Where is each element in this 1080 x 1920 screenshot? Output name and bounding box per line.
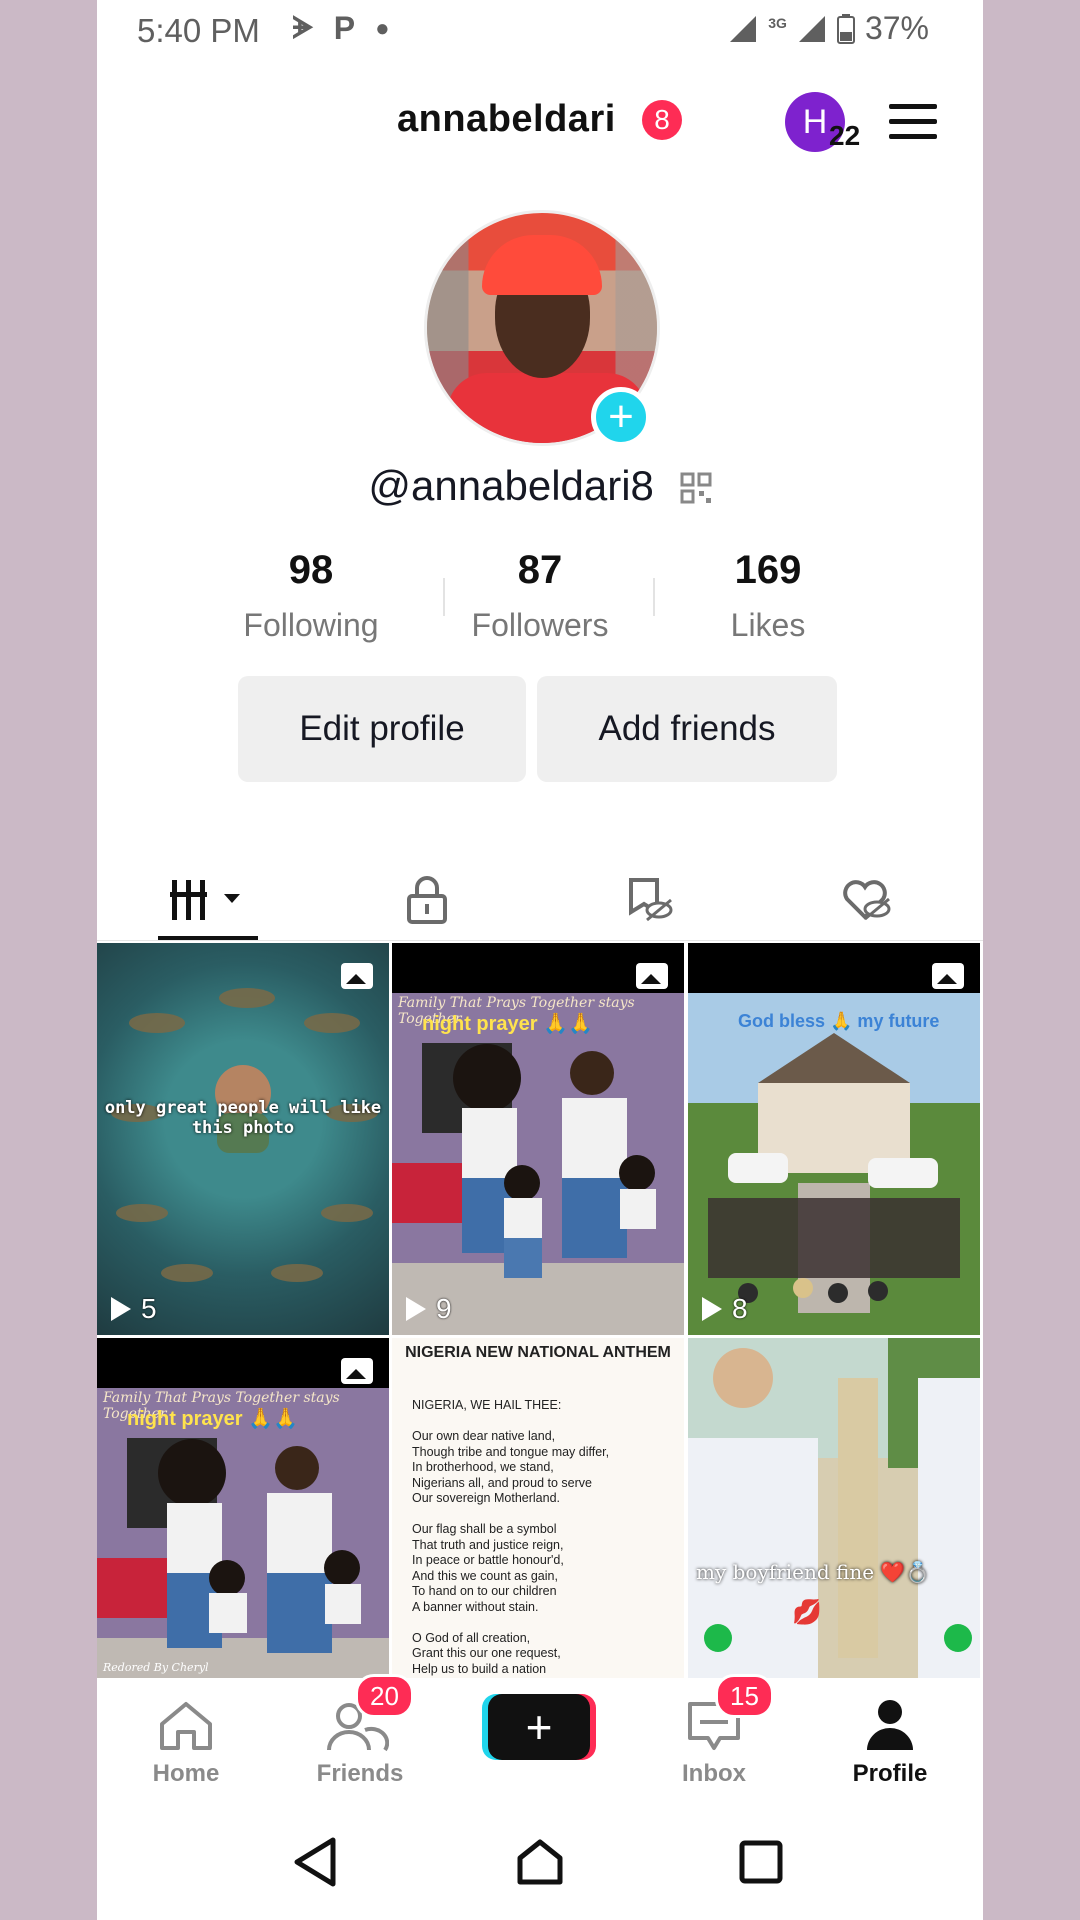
play-count: 8 — [702, 1293, 748, 1325]
video-tile[interactable]: only great people will like this photo 5 — [97, 943, 389, 1335]
followers-label: Followers — [471, 607, 609, 643]
back-icon[interactable] — [291, 1836, 339, 1888]
nav-friends[interactable]: 20 Friends — [285, 1674, 435, 1794]
videos-grid-icon — [170, 880, 240, 920]
tab-videos[interactable] — [158, 860, 258, 940]
add-avatar-plus-icon[interactable]: + — [591, 387, 651, 447]
app-notification-icon: ᗘ — [292, 11, 314, 45]
battery-icon — [836, 13, 855, 44]
stat-divider — [653, 578, 655, 616]
followers-count: 87 — [517, 548, 563, 592]
username-badge: 8 — [642, 100, 682, 140]
tab-favorites[interactable] — [600, 860, 700, 940]
video-tile[interactable]: my boyfriend fine ❤️💍 💋 — [688, 1338, 980, 1678]
header-username[interactable]: annabeldari — [397, 98, 616, 141]
tile-caption: only great people will like this photo — [104, 1098, 382, 1138]
active-tab-indicator — [158, 936, 258, 940]
likes-label: Likes — [730, 607, 806, 643]
recents-icon[interactable] — [739, 1840, 783, 1884]
lock-icon — [407, 876, 447, 924]
play-icon — [702, 1297, 722, 1321]
nav-inbox-label: Inbox — [682, 1760, 746, 1787]
home-icon — [160, 1702, 212, 1750]
crocodile-image — [111, 988, 378, 1282]
tile-caption: God bless 🙏 my future — [738, 1011, 940, 1031]
following-label: Following — [243, 607, 379, 643]
play-count: 9 — [406, 1293, 452, 1325]
friends-badge: 20 — [355, 1674, 414, 1718]
followers-stat[interactable]: 87 Followers — [440, 548, 640, 644]
nav-inbox[interactable]: 15 Inbox — [639, 1674, 789, 1794]
video-tile[interactable]: Family That Prays Together stays Togethe… — [97, 1338, 389, 1678]
p-notification-icon: P — [333, 10, 356, 46]
network-label: 3G — [768, 14, 787, 31]
photo-icon — [636, 963, 668, 989]
status-time: 5:40 PM — [137, 12, 260, 49]
photo-icon — [341, 1358, 373, 1384]
status-right: 3G 37% — [728, 10, 929, 47]
qr-code-icon[interactable] — [680, 472, 712, 504]
profile-handle-row: @annabeldari8 — [97, 462, 983, 510]
tab-liked[interactable] — [817, 860, 917, 940]
photo-icon — [341, 963, 373, 989]
nav-home-label: Home — [152, 1760, 220, 1787]
signal-icon-2 — [798, 15, 825, 42]
create-plus-button[interactable]: + — [488, 1694, 590, 1760]
play-icon — [111, 1297, 131, 1321]
favorites-hidden-icon — [629, 878, 673, 922]
notification-icons: ᗘ P ● — [292, 10, 390, 47]
kiss-emoji: 💋 — [792, 1599, 822, 1626]
tab-private[interactable] — [377, 860, 477, 940]
nav-friends-label: Friends — [316, 1760, 404, 1787]
tile-caption: my boyfriend fine ❤️💍 — [696, 1560, 931, 1584]
battery-percent: 37% — [864, 10, 929, 46]
video-tile[interactable]: God bless 🙏 my future 8 — [688, 943, 980, 1335]
menu-icon[interactable] — [889, 104, 937, 140]
home-circle-icon[interactable] — [516, 1838, 564, 1886]
liked-hidden-icon — [843, 880, 891, 921]
dot-icon: ● — [375, 14, 390, 42]
status-bar: 5:40 PM ᗘ P ● 3G 37% — [97, 0, 983, 62]
play-count: 5 — [111, 1293, 157, 1325]
system-nav-bar — [97, 1800, 983, 1920]
mansion-image — [688, 993, 980, 1335]
video-tile[interactable]: NIGERIA NEW NATIONAL ANTHEM NIGERIA, WE … — [392, 1338, 684, 1678]
profile-header: annabeldari 8 H 22 — [97, 92, 983, 158]
nav-home[interactable]: Home — [111, 1682, 261, 1794]
nav-profile[interactable]: Profile — [815, 1682, 965, 1794]
phone-screen: 5:40 PM ᗘ P ● 3G 37% annabeldari 8 H 22 … — [97, 0, 983, 1920]
content-tabs — [97, 860, 983, 941]
likes-stat[interactable]: 169 Likes — [668, 548, 868, 644]
video-tile[interactable]: Family That Prays Together stays Togethe… — [392, 943, 684, 1335]
signal-icon — [730, 15, 757, 42]
anthem-title: NIGERIA NEW NATIONAL ANTHEM — [405, 1344, 671, 1361]
following-stat[interactable]: 98 Following — [211, 548, 411, 644]
edit-profile-button[interactable]: Edit profile — [238, 676, 526, 782]
tile-caption: night prayer 🙏🙏 — [422, 1013, 593, 1035]
profile-icon — [867, 1700, 913, 1750]
inbox-badge: 15 — [715, 1674, 774, 1718]
play-icon — [406, 1297, 426, 1321]
anthem-body: NIGERIA, WE HAIL THEE: Our own dear nati… — [412, 1398, 610, 1678]
family-prayer-image — [392, 993, 684, 1335]
tile-caption: night prayer 🙏🙏 — [127, 1408, 298, 1430]
following-count: 98 — [288, 548, 334, 592]
family-prayer-image — [97, 1388, 389, 1678]
account-count: 22 — [829, 120, 861, 151]
tile-footer-text: Redored By Cheryl — [103, 1661, 209, 1674]
photo-icon — [932, 963, 964, 989]
account-initial: H — [802, 102, 828, 141]
boyfriend-image — [688, 1338, 980, 1678]
add-friends-button[interactable]: Add friends — [537, 676, 837, 782]
likes-count: 169 — [734, 548, 802, 592]
nav-profile-label: Profile — [852, 1760, 928, 1787]
profile-handle: @annabeldari8 — [368, 462, 654, 509]
bottom-nav: Home 20 Friends + 15 Inbox Profile — [97, 1674, 983, 1794]
